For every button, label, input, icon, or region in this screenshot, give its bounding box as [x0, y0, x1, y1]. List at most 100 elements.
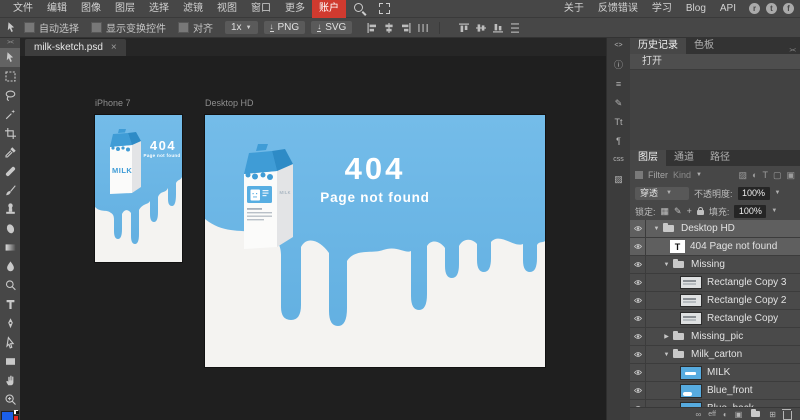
lasso-tool[interactable]	[0, 86, 20, 105]
paragraph-panel-icon[interactable]: ¶	[616, 136, 621, 146]
toolbar-collapse-icon[interactable]: > <	[7, 38, 13, 48]
strip-collapse-icon[interactable]: <>	[614, 41, 622, 51]
layer-row-missing[interactable]: ▼ Missing	[630, 256, 800, 274]
new-layer-icon[interactable]: ⊞	[769, 410, 776, 419]
artboard-desktop-hd[interactable]: MILK 404 Page not found	[205, 115, 545, 367]
layer-row-rectangle-copy-2[interactable]: Rectangle Copy 2	[630, 292, 800, 310]
opacity-value[interactable]: 100%	[738, 187, 770, 200]
visibility-toggle[interactable]	[630, 238, 646, 255]
hand-tool[interactable]	[0, 371, 20, 390]
foreground-color-swatch[interactable]	[1, 411, 14, 420]
account-button[interactable]: 账户	[312, 0, 346, 18]
auto-select-checkbox[interactable]: 自动选择	[24, 20, 79, 35]
align-bottom-button[interactable]	[492, 22, 504, 34]
properties-icon[interactable]: ≡	[616, 79, 621, 89]
blur-tool[interactable]	[0, 257, 20, 276]
artboard-label-iphone7[interactable]: iPhone 7	[95, 98, 131, 108]
filter-kind-dropdown[interactable]: Kind	[673, 170, 691, 180]
search-icon[interactable]	[353, 2, 366, 15]
layer-row-blue-front[interactable]: Blue_front	[630, 382, 800, 400]
layer-row-rectangle-copy-3[interactable]: Rectangle Copy 3	[630, 274, 800, 292]
layer-thumbnail[interactable]	[680, 294, 702, 307]
visibility-toggle[interactable]	[630, 220, 646, 237]
visibility-toggle[interactable]	[630, 292, 646, 309]
visibility-toggle[interactable]	[630, 256, 646, 273]
css-panel-icon[interactable]: css	[613, 155, 624, 165]
tab-history[interactable]: 历史记录	[630, 38, 686, 54]
menu-item-window[interactable]: 窗口	[244, 0, 278, 18]
lock-transparency-icon[interactable]: ▦	[661, 206, 670, 217]
visibility-toggle[interactable]	[630, 328, 646, 345]
align-center-horizontal-button[interactable]	[383, 22, 395, 34]
snap-checkbox[interactable]: 对齐	[178, 20, 213, 35]
scale-dropdown[interactable]: 1x▼	[225, 21, 258, 34]
artboard-iphone7[interactable]: MILK 404 Page not found	[95, 115, 182, 262]
close-icon[interactable]: ×	[111, 43, 117, 53]
chevron-down-icon[interactable]: ▼	[775, 190, 781, 196]
color-swatches[interactable]	[1, 410, 19, 420]
chevron-down-icon[interactable]: ▼	[771, 208, 777, 214]
eyedropper-tool[interactable]	[0, 143, 20, 162]
menu-about[interactable]: 关于	[557, 0, 591, 18]
delete-layer-icon[interactable]	[783, 411, 792, 420]
move-tool[interactable]	[0, 48, 20, 67]
chevron-down-icon[interactable]: ▼	[662, 352, 671, 358]
lock-position-icon[interactable]: +	[687, 206, 692, 216]
chevron-right-icon[interactable]: ▶	[662, 333, 671, 340]
pen-tool[interactable]	[0, 314, 20, 333]
filter-adjustment-icon[interactable]: ◐	[752, 170, 757, 180]
fullscreen-icon[interactable]	[379, 3, 390, 14]
gradient-tool[interactable]	[0, 238, 20, 257]
smudge-tool[interactable]	[0, 219, 20, 238]
spot-heal-tool[interactable]	[0, 162, 20, 181]
type-tool[interactable]	[0, 295, 20, 314]
dodge-tool[interactable]	[0, 276, 20, 295]
layer-row-rectangle-copy[interactable]: Rectangle Copy	[630, 310, 800, 328]
filter-smart-icon[interactable]: ▣	[786, 170, 795, 181]
layer-row-404-text[interactable]: T 404 Page not found	[630, 238, 800, 256]
layer-thumbnail[interactable]	[680, 312, 702, 325]
tab-swatches[interactable]: 色板	[686, 38, 722, 54]
new-group-icon[interactable]	[751, 411, 760, 417]
menu-item-select[interactable]: 选择	[142, 0, 176, 18]
artboard-label-desktop-hd[interactable]: Desktop HD	[205, 98, 254, 108]
facebook-icon[interactable]: f	[783, 3, 794, 14]
layer-thumbnail[interactable]	[680, 366, 702, 380]
menu-learn[interactable]: 学习	[645, 0, 679, 18]
lock-all-icon[interactable]	[697, 210, 704, 215]
menu-item-layer[interactable]: 图层	[108, 0, 142, 18]
layer-row-desktop-hd[interactable]: ▼ Desktop HD	[630, 220, 800, 238]
layer-mask-icon[interactable]: ▣	[735, 410, 743, 419]
filter-type-icon[interactable]: T	[762, 170, 768, 180]
twitter-icon[interactable]: t	[766, 3, 777, 14]
layer-row-missing-pic[interactable]: ▶ Missing_pic	[630, 328, 800, 346]
history-entry-open[interactable]: 打开	[630, 54, 800, 70]
show-transform-checkbox[interactable]: 显示变换控件	[91, 20, 166, 35]
menu-item-file[interactable]: 文件	[6, 0, 40, 18]
align-top-button[interactable]	[458, 22, 470, 34]
distribute-horizontal-button[interactable]	[417, 22, 429, 34]
menu-item-edit[interactable]: 编辑	[40, 0, 74, 18]
character-panel-icon[interactable]: Tt	[615, 117, 623, 127]
magic-wand-tool[interactable]	[0, 105, 20, 124]
chevron-down-icon[interactable]: ▼	[652, 226, 661, 232]
link-layers-icon[interactable]: ∞	[696, 410, 702, 419]
panel-collapse-icon[interactable]: > <	[789, 43, 800, 54]
menu-item-image[interactable]: 图像	[74, 0, 108, 18]
rectangle-tool[interactable]	[0, 352, 20, 371]
align-right-button[interactable]	[400, 22, 412, 34]
crop-tool[interactable]	[0, 124, 20, 143]
layer-thumbnail[interactable]	[680, 384, 702, 398]
menu-item-filter[interactable]: 滤镜	[176, 0, 210, 18]
clone-stamp-tool[interactable]	[0, 200, 20, 219]
filter-checkbox[interactable]	[635, 171, 643, 179]
filter-pixel-icon[interactable]: ▨	[739, 170, 748, 181]
export-png-button[interactable]: ↓PNG	[264, 21, 306, 34]
blend-mode-dropdown[interactable]: 穿透 ▼	[635, 187, 689, 200]
tab-channels[interactable]: 通道	[666, 150, 702, 166]
marquee-select-tool[interactable]	[0, 67, 20, 86]
align-left-button[interactable]	[366, 22, 378, 34]
layer-row-milk[interactable]: MILK	[630, 364, 800, 382]
layer-row-milk-carton[interactable]: ▼ Milk_carton	[630, 346, 800, 364]
export-svg-button[interactable]: ↓SVG	[311, 21, 352, 34]
